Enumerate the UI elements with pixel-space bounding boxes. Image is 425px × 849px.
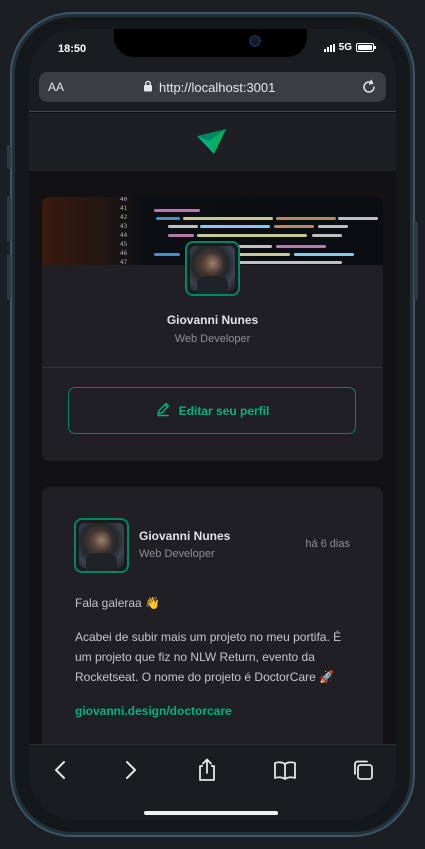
- reload-icon[interactable]: [360, 78, 378, 101]
- cover-line-number: 41: [120, 205, 128, 212]
- browser-address-area: AA http://localhost:3001: [29, 71, 396, 112]
- profile-role: Web Developer: [174, 333, 251, 345]
- cover-line-number: 42: [120, 214, 128, 221]
- forward-icon[interactable]: [119, 758, 143, 782]
- camera-icon: [249, 35, 261, 47]
- lock-icon: [143, 80, 153, 95]
- post-card: Giovanni Nunes Web Developer há 6 dias F…: [42, 487, 383, 744]
- bookmarks-icon[interactable]: [273, 758, 297, 782]
- edit-profile-button[interactable]: Editar seu perfil: [68, 387, 356, 434]
- network-label: 5G: [338, 42, 352, 53]
- share-icon[interactable]: [195, 758, 219, 782]
- post-author-role: Web Developer: [139, 548, 215, 560]
- post-author-name: Giovanni Nunes: [139, 529, 231, 543]
- profile-name: Giovanni Nunes: [166, 313, 259, 327]
- profile-avatar[interactable]: [185, 241, 240, 296]
- cover-line-number: 45: [120, 241, 128, 248]
- post-link[interactable]: giovanni.design/doctorcare: [75, 704, 232, 718]
- app-header: [29, 113, 396, 171]
- main-content[interactable]: 40 41 42 43 44 45 46 47 Giovanni Nunes W…: [29, 171, 396, 744]
- url-text: http://localhost:3001: [159, 80, 276, 95]
- battery-icon: [356, 43, 376, 52]
- cover-line-number: 43: [120, 223, 128, 230]
- post-time: há 6 dias: [305, 538, 350, 550]
- phone-side-button-volume-up: [7, 196, 11, 242]
- home-indicator[interactable]: [144, 811, 278, 815]
- cover-line-number: 40: [120, 197, 128, 203]
- status-bar: 18:50 5G: [29, 29, 396, 71]
- phone-side-button-power: [414, 222, 418, 300]
- post-paragraph: Acabei de subir mais um projeto no meu p…: [75, 630, 342, 684]
- address-bar[interactable]: AA http://localhost:3001: [39, 72, 386, 102]
- post-paragraph: Fala galeraa 👋: [75, 596, 160, 610]
- signal-icon: [323, 43, 335, 52]
- post-author-avatar[interactable]: [74, 518, 129, 573]
- pencil-icon: [155, 401, 171, 420]
- logo-icon: [197, 128, 227, 159]
- status-time: 18:50: [58, 43, 87, 55]
- post-body: Fala galeraa 👋 Acabei de subir mais um p…: [75, 593, 355, 721]
- phone-side-button-silent: [7, 145, 11, 169]
- profile-card: 40 41 42 43 44 45 46 47 Giovanni Nunes W…: [42, 197, 383, 461]
- notch: [114, 29, 307, 57]
- edit-profile-label: Editar seu perfil: [178, 403, 270, 418]
- text-size-button[interactable]: AA: [48, 80, 64, 94]
- back-icon[interactable]: [48, 758, 72, 782]
- status-indicators: 5G: [323, 42, 376, 53]
- cover-line-number: 46: [120, 250, 128, 257]
- cover-line-number: 44: [120, 232, 128, 239]
- phone-side-button-volume-down: [7, 254, 11, 300]
- phone-screen: 18:50 5G AA http://localhost:3001 40 41 …: [29, 29, 396, 820]
- cover-line-number: 47: [120, 259, 128, 265]
- tabs-icon[interactable]: [351, 758, 375, 782]
- url-display[interactable]: http://localhost:3001: [143, 80, 275, 95]
- browser-toolbar: [29, 744, 396, 820]
- profile-divider: [42, 367, 383, 368]
